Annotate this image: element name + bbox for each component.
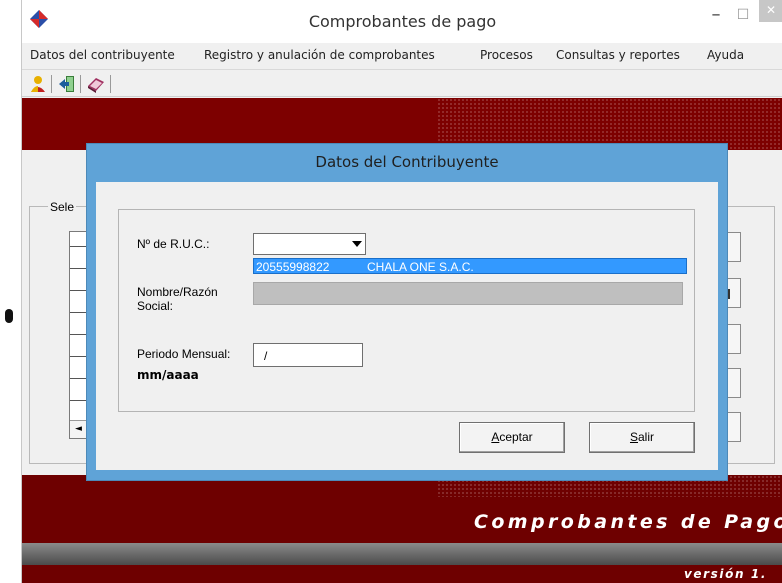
menu-datos-contribuyente[interactable]: Datos del contribuyente [30,48,175,62]
exit-label: alir [638,430,655,444]
menu-bar: Datos del contribuyente Registro y anula… [22,44,782,70]
user-icon[interactable] [28,74,48,94]
screen: Comprobantes de pago – ☐ ✕ Datos del con… [0,0,782,583]
selection-group-label: Sele [48,200,77,214]
name-label-line1: Nombre/Razón [137,285,218,299]
dialog-body: Nº de R.U.C.: 20555998822 CHALA ONE S.A.… [96,182,718,470]
button-mark [728,289,730,299]
brand-title: Comprobantes de Pago [474,511,782,533]
period-label: Periodo Mensual: [137,347,231,361]
maximize-button[interactable]: ☐ [731,0,755,32]
toolbar [22,71,782,97]
close-button[interactable]: ✕ [759,0,782,22]
period-format-hint: mm/aaaa [137,368,199,382]
book-icon[interactable] [86,74,106,94]
exit-mnemonic: S [629,430,638,444]
option-ruc: 20555998822 [256,260,330,274]
ruc-label: Nº de R.U.C.: [137,237,210,251]
menu-ayuda[interactable]: Ayuda [707,48,744,62]
chevron-down-icon[interactable] [352,241,362,247]
minimize-button[interactable]: – [705,0,727,32]
name-field [253,282,683,305]
title-bar[interactable]: Comprobantes de pago – ☐ ✕ [22,0,782,43]
toolbar-separator [51,75,52,93]
contribuyente-dialog: Datos del Contribuyente Nº de R.U.C.: 20… [86,143,728,481]
name-label-line2: Social: [137,299,174,313]
version-label: versión 1. [684,567,768,581]
accept-label: ceptar [499,430,533,444]
period-input[interactable]: / [253,343,363,367]
desktop-fragment [5,309,13,323]
dialog-title: Datos del Contribuyente [315,153,499,171]
status-strip [22,543,782,565]
toolbar-separator [80,75,81,93]
menu-procesos[interactable]: Procesos [480,48,533,62]
window-title: Comprobantes de pago [308,12,497,31]
toolbar-separator [110,75,111,93]
menu-registro-anulacion[interactable]: Registro y anulación de comprobantes [204,48,435,62]
menu-consultas-reportes[interactable]: Consultas y reportes [556,48,680,62]
option-name: CHALA ONE S.A.C. [367,260,474,274]
accept-button[interactable]: Aceptar [459,422,565,453]
ruc-dropdown-option[interactable]: 20555998822 CHALA ONE S.A.C. [253,258,687,274]
exit-icon[interactable] [57,74,77,94]
exit-button[interactable]: Salir [589,422,695,453]
ruc-select[interactable] [253,233,366,255]
footer-banner: Comprobantes de Pago versión 1. [22,475,782,583]
